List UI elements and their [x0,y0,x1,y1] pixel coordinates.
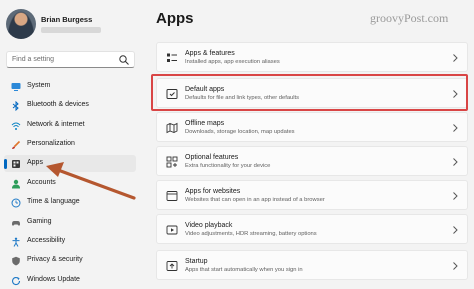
sidebar-item-bluetooth[interactable]: Bluetooth & devices [4,97,136,114]
card-description: Installed apps, app execution aliases [185,59,280,65]
monitor-icon [11,83,21,91]
sidebar-item-privacy-security[interactable]: Privacy & security [4,252,136,269]
watermark: groovyPost.com [370,11,449,25]
sidebar-item-gaming[interactable]: Gaming [4,214,136,231]
video-icon [166,225,178,235]
optional-features-icon [166,156,178,168]
user-name: Brian Burgess [41,15,93,24]
sidebar-item-time-language[interactable]: Time & language [4,194,136,211]
sidebar-item-label: Privacy & security [27,256,83,263]
search-input[interactable]: Find a setting [6,51,135,68]
card-description: Downloads, storage location, map updates [185,129,295,135]
card-description: Extra functionality for your device [185,163,271,169]
apps-list-icon [167,53,177,62]
sidebar-item-label: Personalization [27,140,75,147]
page-title: Apps [156,10,194,27]
globe-clock-icon [11,198,21,208]
user-email-redacted [41,27,101,33]
sidebar-item-label: Gaming [27,218,52,225]
sidebar-item-apps[interactable]: Apps [4,155,136,172]
card-default-apps[interactable]: Default apps Defaults for file and link … [156,78,468,108]
sidebar-item-personalization[interactable]: Personalization [4,136,136,153]
card-description: Defaults for file and link types, other … [185,95,300,101]
sidebar: Brian Burgess Find a setting System Blue… [0,0,142,289]
sidebar-item-label: Network & internet [27,121,85,128]
bluetooth-icon [12,101,19,111]
card-title: Startup [185,258,208,265]
card-video-playback[interactable]: Video playback Video adjustments, HDR st… [156,214,468,244]
card-apps-for-websites[interactable]: Apps for websites Websites that can open… [156,180,468,210]
link-window-icon [166,191,178,201]
sidebar-item-label: Bluetooth & devices [27,101,89,108]
card-title: Optional features [185,154,239,161]
chevron-right-icon [453,158,458,166]
shield-icon [12,256,20,266]
sidebar-item-label: Windows Update [27,276,80,283]
sidebar-item-accessibility[interactable]: Accessibility [4,233,136,250]
startup-icon [166,261,178,271]
card-title: Default apps [185,86,225,93]
sidebar-item-label: Accounts [27,179,56,186]
sidebar-item-system[interactable]: System [4,78,136,95]
sidebar-item-accounts[interactable]: Accounts [4,175,136,192]
card-description: Websites that can open in an app instead… [185,197,325,203]
chevron-right-icon [453,262,458,270]
chevron-right-icon [453,90,458,98]
search-placeholder: Find a setting [12,56,55,63]
card-startup[interactable]: Startup Apps that start automatically wh… [156,250,468,280]
apps-icon [12,160,20,168]
chevron-right-icon [453,192,458,200]
chevron-right-icon [453,54,458,62]
search-icon[interactable] [118,54,130,66]
map-icon [166,122,178,134]
sidebar-item-label: System [27,82,51,89]
card-description: Apps that start automatically when you s… [185,267,303,273]
update-icon [12,277,21,286]
card-title: Apps for websites [185,188,241,195]
chevron-right-icon [453,124,458,132]
controller-icon [12,221,20,226]
wifi-icon [11,122,21,130]
chevron-right-icon [453,226,458,234]
card-title: Offline maps [185,120,225,127]
sidebar-item-label: Accessibility [27,237,66,244]
person-icon [12,179,20,189]
card-description: Video adjustments, HDR streaming, batter… [185,231,317,237]
card-title: Apps & features [185,50,235,57]
card-offline-maps[interactable]: Offline maps Downloads, storage location… [156,112,468,142]
card-optional-features[interactable]: Optional features Extra functionality fo… [156,146,468,176]
sidebar-item-windows-update[interactable]: Windows Update [4,272,136,289]
sidebar-item-network[interactable]: Network & internet [4,117,136,134]
sidebar-item-label: Apps [27,159,43,166]
selection-indicator [4,159,7,169]
card-title: Video playback [185,222,233,229]
default-apps-icon [166,89,178,99]
card-apps-features[interactable]: Apps & features Installed apps, app exec… [156,42,468,72]
brush-icon [12,140,21,149]
avatar[interactable] [6,9,36,39]
sidebar-item-label: Time & language [27,198,80,205]
accessibility-icon [12,237,20,247]
